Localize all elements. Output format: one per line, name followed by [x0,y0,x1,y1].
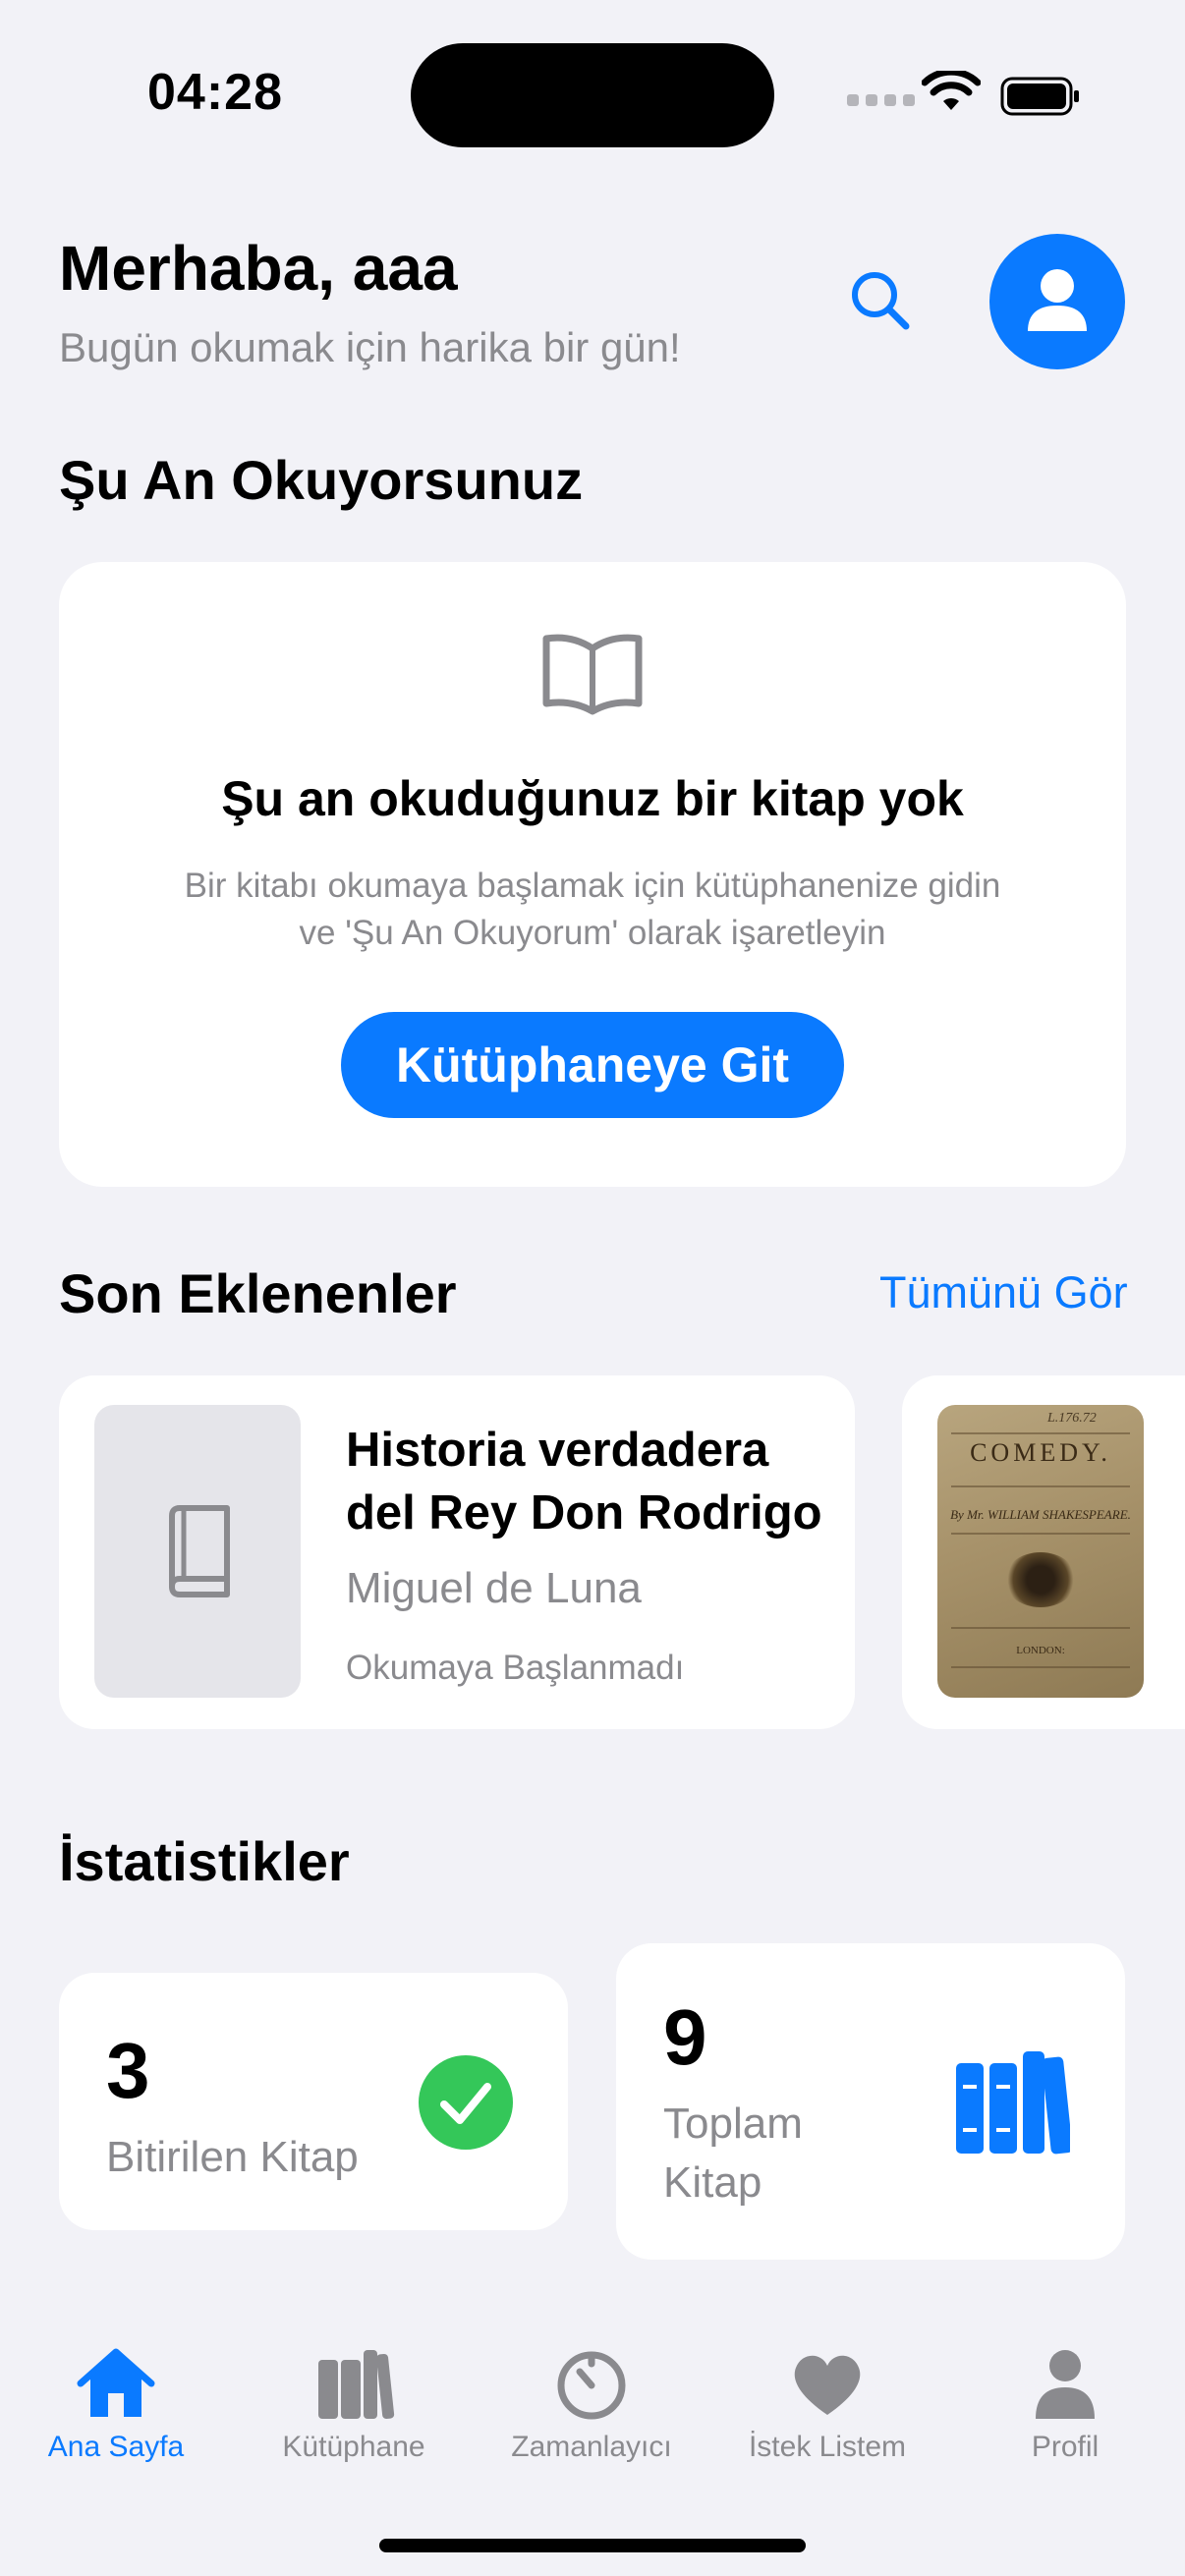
tab-home[interactable]: Ana Sayfa [18,2346,214,2484]
cover-handwritten-note: L.176.72 [1047,1411,1097,1426]
tab-label: Profil [1031,2431,1100,2463]
tab-label: Zamanlayıcı [511,2431,672,2463]
person-icon [1036,2350,1095,2419]
home-indicator[interactable] [379,2539,806,2552]
empty-state-description: Bir kitabı okumaya başlamak için kütüpha… [184,867,1001,952]
timer-icon [557,2351,626,2420]
recent-book-card[interactable]: Historia verdadera del Rey Don Rodrigo M… [59,1375,855,1729]
house-icon [77,2348,155,2417]
heart-icon [794,2355,861,2415]
book-open-icon [542,634,643,715]
search-icon[interactable] [843,263,918,338]
currently-reading-card: Şu an okuduğunuz bir kitap yok Bir kitab… [59,562,1126,1187]
go-to-library-button[interactable]: Kütüphaneye Git [341,1012,844,1118]
currently-reading-title: Şu An Okuyorsunuz [59,449,584,511]
recent-book-card[interactable]: L.176.72 COMEDY. By Mr. WILLIAM SHAKESPE… [902,1375,1185,1729]
cover-ornament [1004,1552,1077,1607]
cover-author-line: By Mr. WILLIAM SHAKESPEARE. [950,1507,1131,1522]
cover-heading: COMEDY. [970,1438,1111,1467]
total-books-card: 9 Toplam Kitap [616,1943,1125,2260]
finished-books-count: 3 [106,2027,150,2114]
book-author: Miguel de Luna [346,1564,642,1612]
book-title: Historia verdadera del Rey Don Rodrigo [346,1424,822,1540]
book-cover-placeholder [94,1405,301,1698]
greeting-title: Merhaba, aaa [59,233,458,304]
greeting-subtitle: Bugün okumak için harika bir gün! [59,324,681,370]
finished-books-label: Bitirilen Kitap [106,2133,359,2181]
recently-added-title: Son Eklenenler [59,1262,457,1324]
dynamic-island [411,43,774,147]
see-all-link[interactable]: Tümünü Gör [879,1267,1128,1318]
books-icon [318,2350,395,2420]
book-icon [169,1505,230,1597]
checkmark-circle-icon [419,2055,513,2150]
profile-avatar-button[interactable] [989,234,1125,369]
tab-timer[interactable]: Zamanlayıcı [493,2346,690,2484]
tab-library[interactable]: Kütüphane [255,2346,452,2484]
tab-label: Ana Sayfa [47,2431,185,2463]
tab-wishlist[interactable]: İstek Listem [729,2346,926,2484]
cover-place: LONDON: [1016,1645,1065,1656]
statistics-title: İstatistikler [59,1830,350,1892]
battery-icon [1000,77,1079,116]
person-icon [1028,269,1087,331]
book-reading-status: Okumaya Başlanmadı [346,1649,685,1687]
wifi-icon [922,71,981,110]
tab-label: İstek Listem [748,2431,907,2463]
total-books-count: 9 [663,1993,707,2081]
tab-label: Kütüphane [282,2431,425,2463]
books-icon [956,2051,1070,2155]
tab-profile[interactable]: Profil [967,2346,1163,2484]
total-books-label: Toplam Kitap [663,2100,803,2207]
status-time: 04:28 [147,64,283,121]
empty-state-title: Şu an okuduğunuz bir kitap yok [221,771,964,826]
finished-books-card: 3 Bitirilen Kitap [59,1973,568,2230]
book-cover-image: L.176.72 COMEDY. By Mr. WILLIAM SHAKESPE… [937,1405,1144,1698]
cellular-signal-icon [847,94,915,106]
